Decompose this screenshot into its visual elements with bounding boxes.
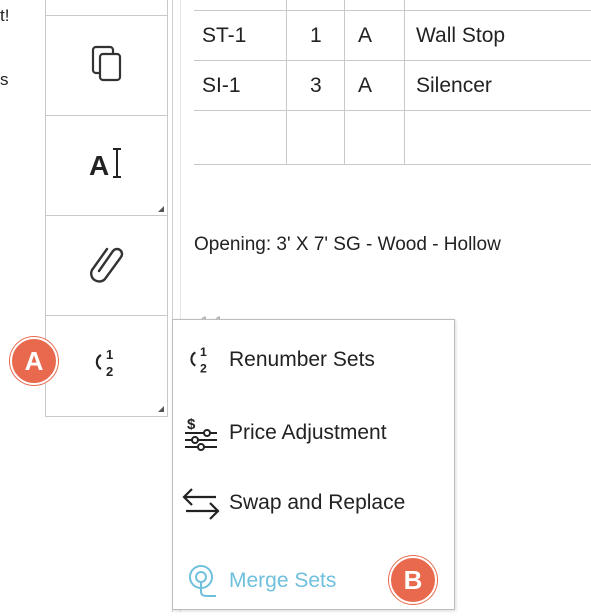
opening-label: Opening: 3' X 7' SG - Wood - Hollow xyxy=(194,234,501,255)
renumber-tool-button[interactable]: 1 2 xyxy=(46,316,167,415)
renumber-icon: 1 2 xyxy=(173,343,229,377)
copy-icon xyxy=(89,43,125,88)
menu-item-price-adjustment[interactable]: $ Price Adjustment xyxy=(173,398,454,468)
table-cell-description: Silencer xyxy=(416,74,492,97)
callout-marker-b: B xyxy=(389,556,437,604)
menu-item-label: Renumber Sets xyxy=(229,348,375,371)
clipped-text-middle: s xyxy=(0,70,9,89)
price-adjustment-icon: $ xyxy=(173,415,229,451)
renumber-icon: 1 2 xyxy=(89,345,125,386)
table-cell-mark: ST-1 xyxy=(202,24,247,47)
menu-item-label: Merge Sets xyxy=(229,569,337,592)
svg-text:2: 2 xyxy=(106,364,113,379)
dropdown-corner-icon xyxy=(158,406,164,412)
attach-tool-button[interactable] xyxy=(46,216,167,316)
callout-marker-a: A xyxy=(10,337,58,385)
dropdown-corner-icon xyxy=(158,206,164,212)
text-cursor-icon: A xyxy=(87,143,127,188)
table-cell-set: A xyxy=(358,24,373,47)
vertical-toolbar: A 1 2 xyxy=(45,0,168,417)
paperclip-icon xyxy=(87,241,127,290)
copy-tool-button[interactable] xyxy=(46,16,167,116)
menu-item-renumber-sets[interactable]: 1 2 Renumber Sets xyxy=(173,325,454,395)
swap-icon xyxy=(173,485,229,521)
merge-icon xyxy=(173,562,229,600)
svg-text:$: $ xyxy=(187,416,196,433)
menu-item-swap-and-replace[interactable]: Swap and Replace xyxy=(173,468,454,538)
svg-text:2: 2 xyxy=(200,361,207,375)
svg-text:1: 1 xyxy=(106,347,113,362)
tool-top-partial[interactable] xyxy=(46,0,167,16)
table-row[interactable]: SI-1 3 A Silencer xyxy=(194,60,591,110)
table-cell-mark: SI-1 xyxy=(202,74,241,97)
table-cell-set: A xyxy=(358,74,373,97)
table-cell-qty: 1 xyxy=(310,24,322,47)
svg-text:A: A xyxy=(89,150,109,181)
table-row[interactable] xyxy=(194,110,591,165)
table-row[interactable]: ST-1 1 A Wall Stop xyxy=(194,10,591,60)
menu-item-label: Price Adjustment xyxy=(229,421,387,444)
table-cell-description: Wall Stop xyxy=(416,24,506,47)
svg-text:1: 1 xyxy=(200,345,207,359)
text-tool-button[interactable]: A xyxy=(46,116,167,216)
clipped-text-top: t! xyxy=(0,6,10,25)
table-cell-qty: 3 xyxy=(310,74,322,97)
menu-item-label: Swap and Replace xyxy=(229,491,406,514)
